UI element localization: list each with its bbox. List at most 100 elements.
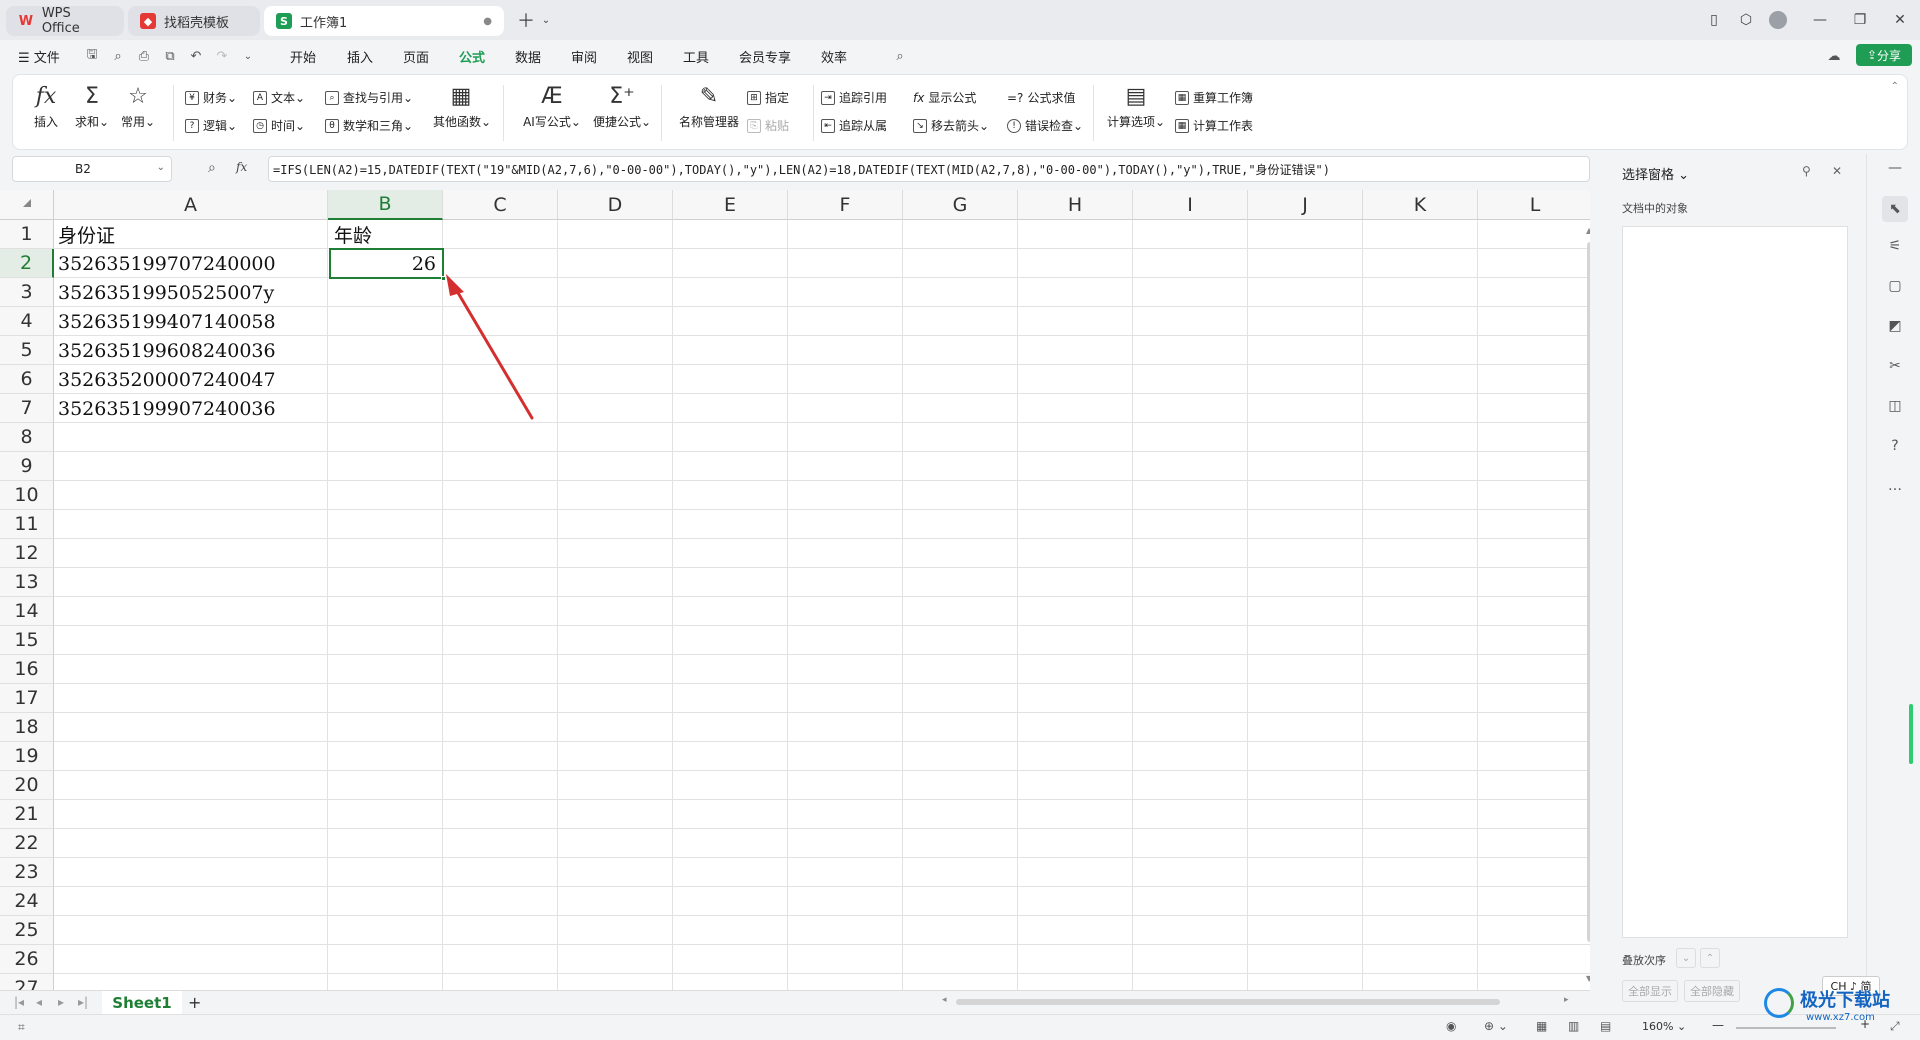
menu-item-formula[interactable]: 公式 — [459, 47, 485, 66]
comment-icon[interactable]: ▢ — [1885, 276, 1905, 296]
menu-item-member[interactable]: 会员专享 — [739, 47, 791, 66]
row-header-25[interactable]: 25 — [0, 916, 54, 945]
finance-button[interactable]: ¥ 财务 ⌄ — [185, 89, 237, 106]
page-layout-icon[interactable]: ▥ — [1568, 1019, 1579, 1033]
menu-item-data[interactable]: 数据 — [515, 47, 541, 66]
name-box-dropdown-icon[interactable]: ⌄ — [157, 162, 165, 173]
row-header-2[interactable]: 2 — [0, 249, 54, 278]
cell-A5[interactable]: 352635199608240036 — [58, 336, 276, 365]
row-header-18[interactable]: 18 — [0, 713, 54, 742]
row-header-11[interactable]: 11 — [0, 510, 54, 539]
cell-A4[interactable]: 352635199407140058 — [58, 307, 276, 336]
zoom-level[interactable]: 160% ⌄ — [1642, 1020, 1686, 1033]
book-icon[interactable]: ◫ — [1885, 396, 1905, 416]
vertical-scrollbar[interactable]: ▲ ▼ — [1586, 226, 1590, 986]
locate-icon[interactable]: ⊕ ⌄ — [1484, 1019, 1508, 1033]
first-sheet-icon[interactable]: |◂ — [14, 995, 24, 1009]
remove-arrows-button[interactable]: ↘ 移去箭头 ⌄ — [913, 117, 989, 134]
ai-formula-button[interactable]: Æ AI写公式⌄ — [521, 83, 583, 130]
fx-icon[interactable]: fx — [236, 160, 247, 174]
show-formulas-button[interactable]: fx 显示公式 — [913, 89, 976, 106]
tools-icon[interactable]: ✂ — [1885, 356, 1905, 376]
time-button[interactable]: ◷ 时间 ⌄ — [253, 117, 305, 134]
menu-item-efficiency[interactable]: 效率 — [821, 47, 847, 66]
formula-input[interactable]: =IFS(LEN(A2)=15,DATEDIF(TEXT("19"&MID(A2… — [268, 156, 1590, 182]
name-manager-button[interactable]: ✎ 名称管理器 — [675, 83, 743, 130]
menu-item-start[interactable]: 开始 — [290, 47, 316, 66]
row-header-16[interactable]: 16 — [0, 655, 54, 684]
collapse-toolbar-icon[interactable]: — — [1885, 158, 1905, 178]
cell-A1[interactable]: 身份证 — [58, 220, 115, 249]
menu-item-page[interactable]: 页面 — [403, 47, 429, 66]
close-icon[interactable]: ✕ — [1886, 8, 1914, 32]
row-header-23[interactable]: 23 — [0, 858, 54, 887]
row-header-13[interactable]: 13 — [0, 568, 54, 597]
row-header-10[interactable]: 10 — [0, 481, 54, 510]
tab-workbook[interactable]: S 工作簿1 ● — [264, 6, 504, 36]
row-header-7[interactable]: 7 — [0, 394, 54, 423]
save-icon[interactable]: 🖫 — [82, 46, 102, 66]
other-functions-button[interactable]: ▦ 其他函数⌄ — [433, 83, 491, 130]
spreadsheet-grid[interactable]: ABCDEFGHIJKL 1 2 3 4 5 6 7 8 9 10 11 12 13 14 15 16 17 18… — [0, 190, 1590, 990]
normal-view-icon[interactable]: ▦ — [1536, 1019, 1547, 1033]
select-all-corner[interactable] — [0, 190, 54, 220]
selection-pane-title[interactable]: 选择窗格 ⌄ — [1622, 164, 1689, 183]
add-sheet-icon[interactable]: + — [188, 993, 201, 1012]
cell-A3[interactable]: 35263519950525007y — [58, 278, 274, 307]
common-functions-button[interactable]: ☆ 常用⌄ — [115, 83, 161, 130]
print-preview-icon[interactable]: ⧉ — [160, 46, 180, 66]
row-header-20[interactable]: 20 — [0, 771, 54, 800]
quick-access-dropdown-icon[interactable]: ⌄ — [238, 46, 258, 66]
recalc-workbook-button[interactable]: ▦ 重算工作簿 — [1175, 89, 1253, 106]
column-header-H[interactable]: H — [1018, 190, 1133, 220]
column-header-D[interactable]: D — [558, 190, 673, 220]
row-header-12[interactable]: 12 — [0, 539, 54, 568]
objects-list[interactable] — [1622, 226, 1848, 938]
help-icon[interactable]: ? — [1885, 436, 1905, 456]
horizontal-scroll-thumb[interactable] — [956, 999, 1500, 1005]
sheet-tab-sheet1[interactable]: Sheet1 — [102, 991, 182, 1014]
column-header-F[interactable]: F — [788, 190, 903, 220]
zoom-search-icon[interactable]: ⌕ — [208, 160, 216, 176]
prev-sheet-icon[interactable]: ◂ — [36, 995, 42, 1009]
zoom-out-icon[interactable]: — — [1712, 1018, 1724, 1032]
eye-protect-icon[interactable]: ◉ — [1446, 1019, 1456, 1033]
print-icon[interactable]: ⎙ — [134, 46, 154, 66]
column-header-L[interactable]: L — [1478, 190, 1590, 220]
restore-icon[interactable]: ❐ — [1846, 8, 1874, 32]
scroll-left-icon[interactable]: ◂ — [942, 995, 947, 1005]
evaluate-formula-button[interactable]: =? 公式求值 — [1007, 89, 1075, 106]
row-header-8[interactable]: 8 — [0, 423, 54, 452]
recalc-sheet-button[interactable]: ▦ 计算工作表 — [1175, 117, 1253, 134]
row-header-19[interactable]: 19 — [0, 742, 54, 771]
next-sheet-icon[interactable]: ▸ — [58, 995, 64, 1009]
hide-all-button[interactable]: 全部隐藏 — [1684, 980, 1740, 1002]
adjust-icon[interactable]: ⚟ — [1885, 236, 1905, 256]
tab-wps-office[interactable]: W WPS Office — [6, 6, 124, 36]
more-icon[interactable]: … — [1885, 476, 1905, 496]
pin-icon[interactable]: ⚲ — [1802, 164, 1811, 178]
specify-button[interactable]: ⊞ 指定 — [747, 89, 789, 106]
row-header-17[interactable]: 17 — [0, 684, 54, 713]
menu-item-tools[interactable]: 工具 — [683, 47, 709, 66]
trace-dependents-button[interactable]: ⇤ 追踪从属 — [821, 117, 887, 134]
row-header-22[interactable]: 22 — [0, 829, 54, 858]
row-header-1[interactable]: 1 — [0, 220, 54, 249]
close-pane-icon[interactable]: ✕ — [1832, 164, 1842, 178]
row-header-15[interactable]: 15 — [0, 626, 54, 655]
column-header-K[interactable]: K — [1363, 190, 1478, 220]
cell-B1[interactable]: 年龄 — [334, 220, 372, 249]
paste-names-button[interactable]: ⎘ 粘贴 — [747, 117, 789, 134]
scroll-down-icon[interactable]: ▼ — [1586, 974, 1590, 983]
select-cursor-icon[interactable]: ⬉ — [1882, 196, 1908, 222]
math-button[interactable]: θ 数学和三角 ⌄ — [325, 117, 413, 134]
insert-function-button[interactable]: fx 插入 — [23, 83, 69, 130]
scroll-right-icon[interactable]: ▸ — [1564, 995, 1569, 1005]
layout-icon[interactable]: ▯ — [1700, 8, 1728, 32]
row-header-24[interactable]: 24 — [0, 887, 54, 916]
column-header-A[interactable]: A — [54, 190, 328, 220]
collapse-ribbon-icon[interactable]: ⌃ — [1891, 81, 1899, 92]
scroll-up-icon[interactable]: ▲ — [1586, 226, 1590, 235]
show-all-button[interactable]: 全部显示 — [1622, 980, 1678, 1002]
cell-A6[interactable]: 352635200007240047 — [58, 365, 276, 394]
